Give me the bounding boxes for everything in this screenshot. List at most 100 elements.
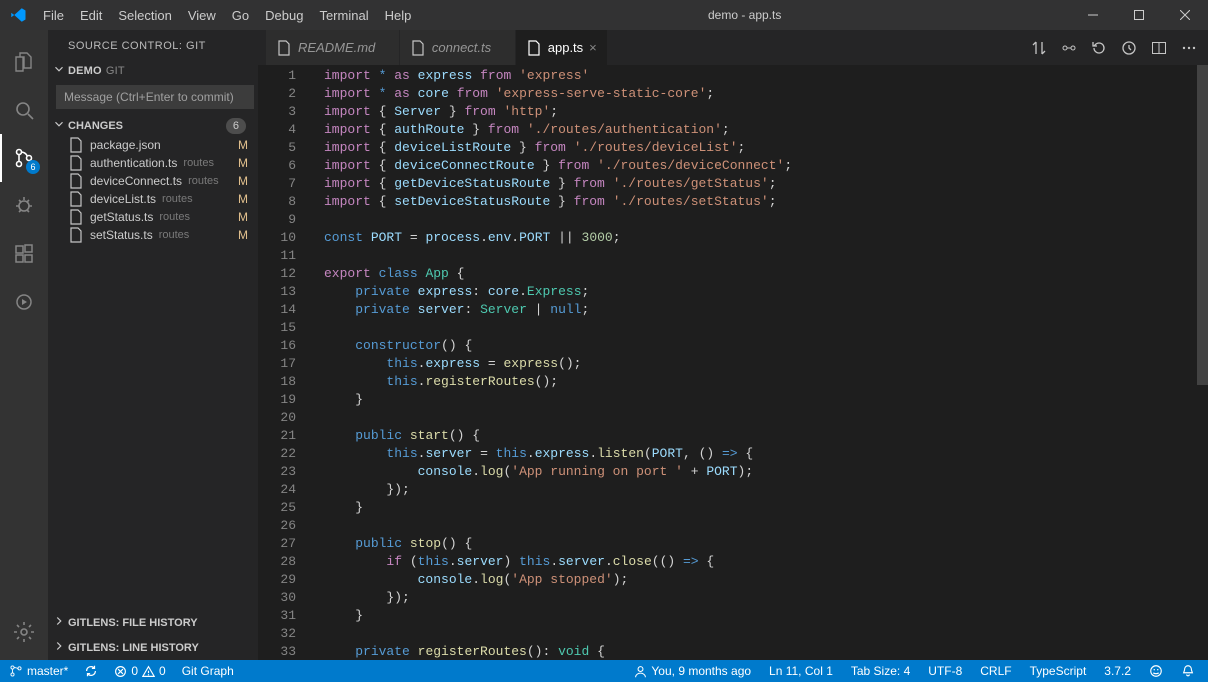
- changed-file[interactable]: deviceConnect.tsroutesM: [48, 172, 258, 190]
- sidebar-title: SOURCE CONTROL: GIT: [48, 30, 258, 58]
- settings-icon[interactable]: [0, 608, 48, 656]
- file-name: setStatus.ts: [90, 228, 153, 242]
- open-changes-icon[interactable]: [1058, 37, 1080, 59]
- scrollbar-thumb[interactable]: [1197, 65, 1208, 385]
- file-status: M: [238, 228, 250, 242]
- gitlens-file-history[interactable]: GITLENS: FILE HISTORY: [48, 610, 258, 635]
- file-name: authentication.ts: [90, 156, 177, 170]
- close-button[interactable]: [1162, 0, 1208, 30]
- status-language[interactable]: TypeScript: [1027, 660, 1090, 682]
- file-status: M: [238, 210, 250, 224]
- branch-icon: [9, 664, 23, 678]
- file-path: routes: [162, 193, 193, 205]
- status-branch[interactable]: master*: [6, 660, 71, 682]
- minimize-button[interactable]: [1070, 0, 1116, 30]
- code-editor[interactable]: 1234567891011121314151617181920212223242…: [258, 65, 1208, 660]
- file-path: routes: [183, 157, 214, 169]
- editor-group: README.md × connect.ts × app.ts ×: [258, 30, 1208, 660]
- window-title: demo - app.ts: [419, 8, 1070, 22]
- file-icon: [68, 173, 84, 189]
- menu-go[interactable]: Go: [224, 0, 257, 30]
- app-logo: [0, 6, 35, 24]
- gitlens-line-history[interactable]: GITLENS: LINE HISTORY: [48, 635, 258, 660]
- repo-name: DEMO: [68, 65, 102, 77]
- menu-view[interactable]: View: [180, 0, 224, 30]
- changed-file[interactable]: package.json M: [48, 136, 258, 154]
- file-status: M: [238, 174, 250, 188]
- file-icon: [410, 40, 426, 56]
- explorer-icon[interactable]: [0, 38, 48, 86]
- tab-readme[interactable]: README.md ×: [266, 30, 400, 65]
- file-status: M: [238, 192, 250, 206]
- window-controls: [1070, 0, 1208, 30]
- file-icon: [68, 155, 84, 171]
- maximize-button[interactable]: [1116, 0, 1162, 30]
- file-name: getStatus.ts: [90, 210, 153, 224]
- liveshare-icon[interactable]: [0, 278, 48, 326]
- status-ts-version[interactable]: 3.7.2: [1101, 660, 1134, 682]
- vertical-scrollbar[interactable]: [1197, 65, 1208, 660]
- repo-header[interactable]: DEMO GIT: [48, 58, 258, 83]
- source-control-icon[interactable]: 6: [0, 134, 48, 182]
- discard-icon[interactable]: [1088, 37, 1110, 59]
- menu-selection[interactable]: Selection: [110, 0, 179, 30]
- status-bar: master* 0 0 Git Graph You, 9 months ago …: [0, 660, 1208, 682]
- extensions-icon[interactable]: [0, 230, 48, 278]
- search-icon[interactable]: [0, 86, 48, 134]
- file-icon: [68, 227, 84, 243]
- file-path: routes: [159, 211, 190, 223]
- debug-icon[interactable]: [0, 182, 48, 230]
- line-gutter: 1234567891011121314151617181920212223242…: [258, 65, 314, 660]
- commit-message-input[interactable]: [56, 85, 254, 109]
- file-name: deviceList.ts: [90, 192, 156, 206]
- close-icon[interactable]: ×: [589, 40, 597, 55]
- chevron-right-icon: [52, 639, 66, 656]
- file-icon: [68, 191, 84, 207]
- status-encoding[interactable]: UTF-8: [925, 660, 965, 682]
- tab-bar: README.md × connect.ts × app.ts ×: [258, 30, 1208, 65]
- sync-icon: [84, 664, 98, 678]
- status-cursor[interactable]: Ln 11, Col 1: [766, 660, 836, 682]
- code-content[interactable]: import * as express from 'express'import…: [314, 65, 792, 660]
- revision-icon[interactable]: [1118, 37, 1140, 59]
- changed-file[interactable]: deviceList.ts routes M: [48, 190, 258, 208]
- smiley-icon: [1149, 664, 1163, 678]
- file-icon: [526, 40, 542, 56]
- status-bell[interactable]: [1178, 660, 1198, 682]
- editor-actions: [1020, 30, 1208, 65]
- menu-edit[interactable]: Edit: [72, 0, 110, 30]
- menu-terminal[interactable]: Terminal: [311, 0, 376, 30]
- status-eol[interactable]: CRLF: [977, 660, 1014, 682]
- file-status: M: [238, 138, 250, 152]
- split-editor-icon[interactable]: [1148, 37, 1170, 59]
- changed-file[interactable]: setStatus.ts routes M: [48, 226, 258, 244]
- menu-help[interactable]: Help: [377, 0, 420, 30]
- status-git-graph[interactable]: Git Graph: [179, 660, 237, 682]
- file-list: package.json Mauthentication.ts routes Mdev…: [48, 136, 258, 244]
- status-tabsize[interactable]: Tab Size: 4: [848, 660, 913, 682]
- file-icon: [276, 40, 292, 56]
- menu-debug[interactable]: Debug: [257, 0, 311, 30]
- sidebar: SOURCE CONTROL: GIT DEMO GIT CHANGES 6 p…: [48, 30, 258, 660]
- commit-message-box: [56, 85, 254, 109]
- changed-file[interactable]: getStatus.ts routes M: [48, 208, 258, 226]
- bell-icon: [1181, 664, 1195, 678]
- changes-header[interactable]: CHANGES 6: [48, 115, 258, 136]
- file-path: routes: [159, 229, 190, 241]
- status-problems[interactable]: 0 0: [111, 660, 168, 682]
- compare-icon[interactable]: [1028, 37, 1050, 59]
- title-bar: File Edit Selection View Go Debug Termin…: [0, 0, 1208, 30]
- file-icon: [68, 209, 84, 225]
- tab-app[interactable]: app.ts ×: [516, 30, 608, 65]
- tab-connect[interactable]: connect.ts ×: [400, 30, 516, 65]
- changed-file[interactable]: authentication.tsroutesM: [48, 154, 258, 172]
- status-feedback[interactable]: [1146, 660, 1166, 682]
- file-name: deviceConnect.ts: [90, 174, 182, 188]
- file-name: package.json: [90, 138, 161, 152]
- status-sync[interactable]: [81, 660, 101, 682]
- changes-count: 6: [226, 118, 246, 134]
- status-blame[interactable]: You, 9 months ago: [631, 660, 754, 682]
- warning-icon: [142, 665, 155, 678]
- more-icon[interactable]: [1178, 37, 1200, 59]
- menu-file[interactable]: File: [35, 0, 72, 30]
